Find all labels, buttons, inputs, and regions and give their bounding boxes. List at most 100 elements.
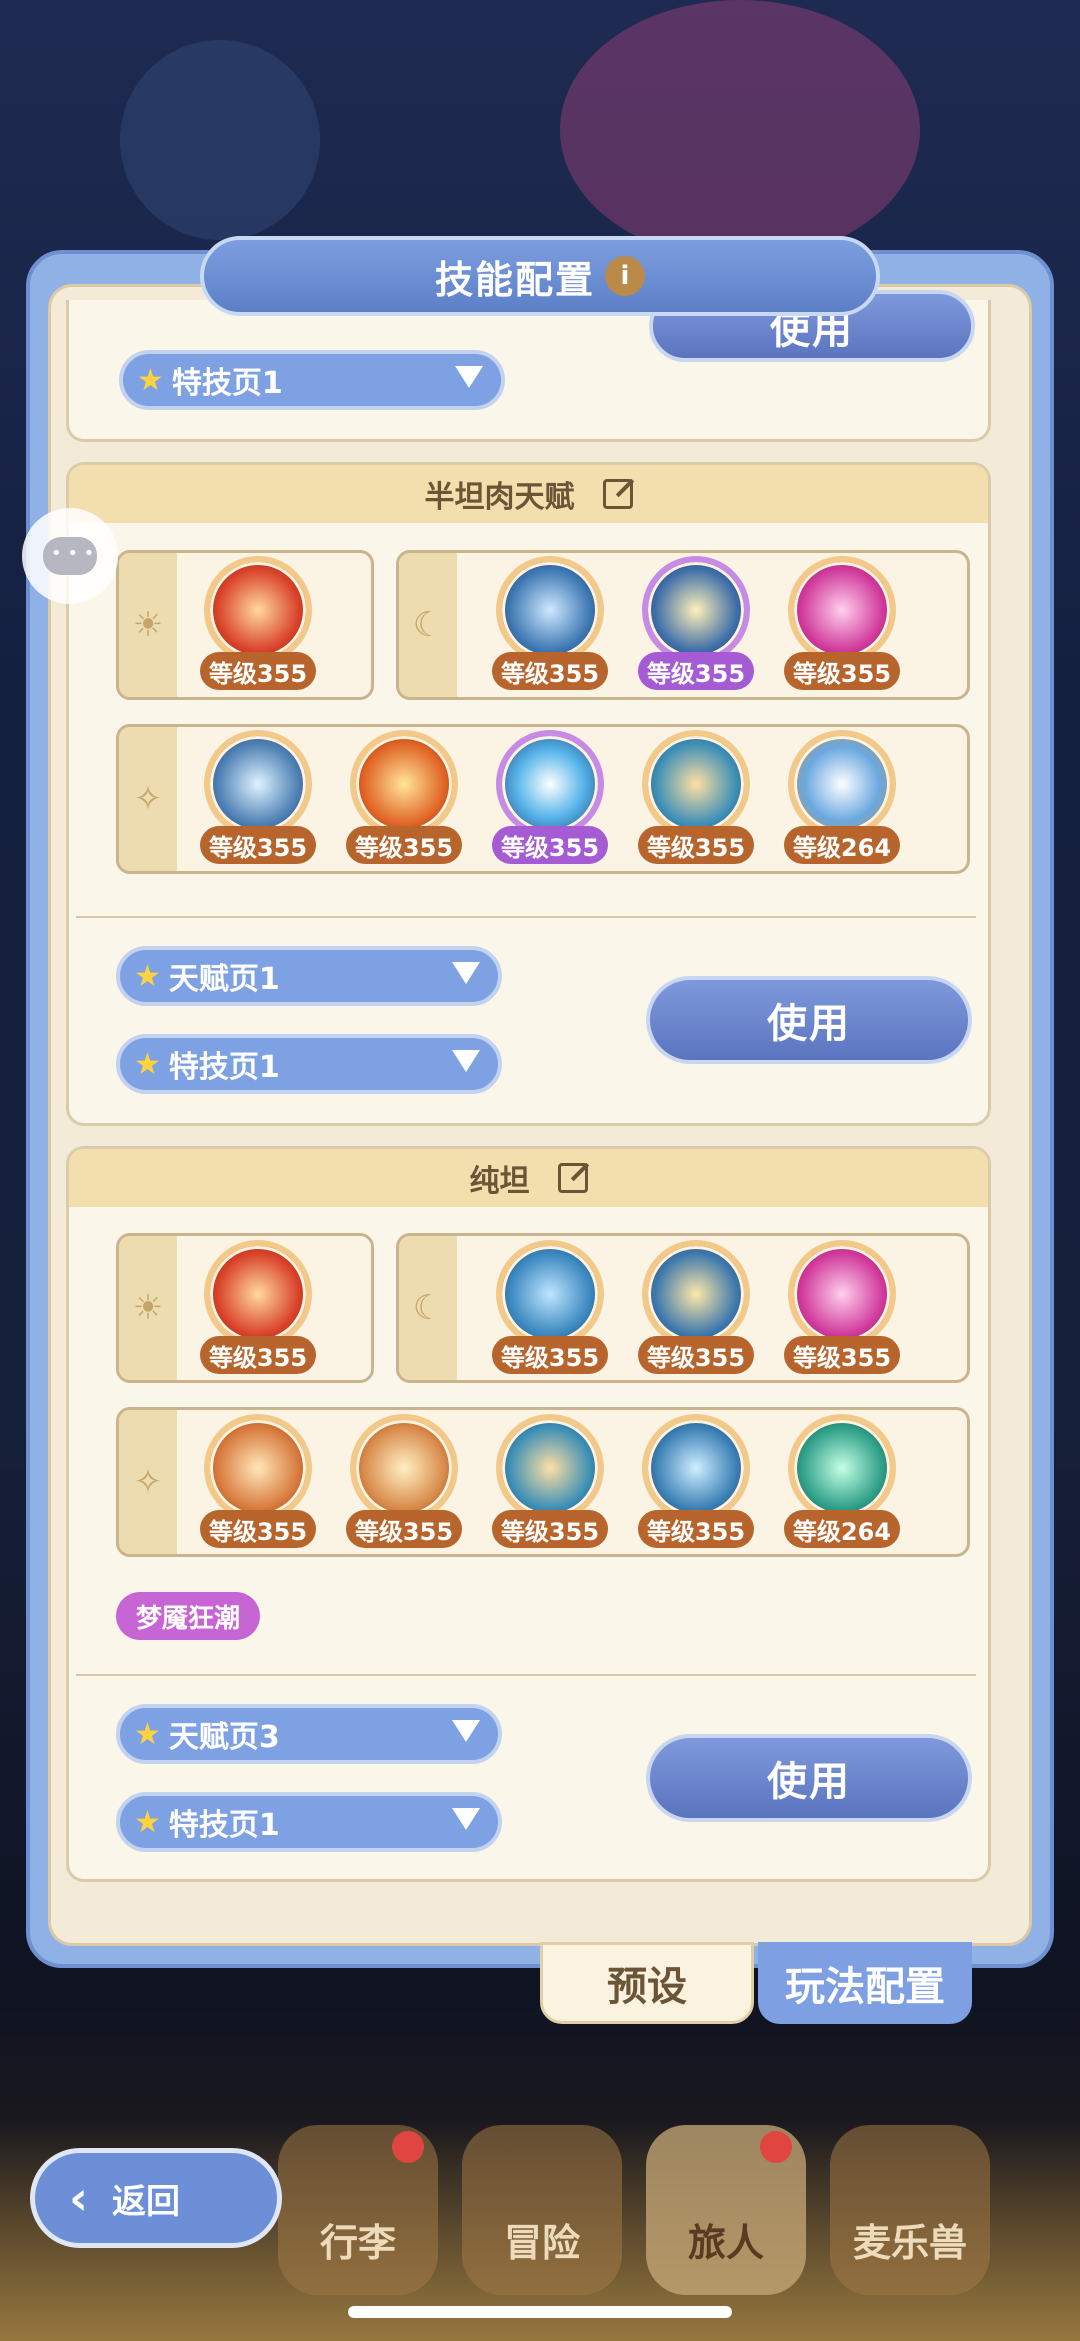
star-icon: ★	[134, 1716, 161, 1752]
skill-level: 等级355	[492, 826, 608, 864]
skill-icon	[642, 1414, 750, 1522]
skill-slot[interactable]: 等级355	[638, 1414, 754, 1554]
skill-slot[interactable]: 等级355	[200, 1414, 316, 1554]
background-glow	[560, 0, 920, 260]
nav-traveler[interactable]: 旅人	[646, 2125, 806, 2295]
use-button-label: 使用	[767, 1759, 851, 1805]
skill-level: 等级264	[784, 826, 900, 864]
skill-icon	[788, 1240, 896, 1348]
skill-level: 等级355	[200, 1336, 316, 1374]
dropdown-label: 特技页1	[171, 366, 283, 401]
skill-level: 等级355	[784, 1336, 900, 1374]
skill-slot[interactable]: 等级355	[492, 1414, 608, 1554]
tab-preset-label: 预设	[607, 1964, 687, 2010]
back-label: 返回	[111, 2181, 180, 2222]
dropdown-skill-page[interactable]: ★ 特技页1	[119, 350, 505, 410]
skill-level: 等级355	[784, 652, 900, 690]
skill-slot[interactable]: 等级355	[346, 730, 462, 870]
card-header: 半坦肉天赋	[69, 465, 988, 523]
dropdown-label: 特技页1	[168, 1808, 280, 1843]
skill-slot[interactable]: 等级355	[638, 730, 754, 870]
skill-slot[interactable]: 等级355	[638, 556, 754, 696]
skill-level: 等级355	[492, 652, 608, 690]
dropdown-label: 天赋页1	[168, 962, 280, 997]
skill-slot[interactable]: 等级355	[200, 1240, 316, 1380]
divider	[76, 916, 976, 918]
skill-level: 等级355	[638, 652, 754, 690]
tab-preset[interactable]: 预设	[540, 1942, 754, 2024]
nav-label: 旅人	[687, 2221, 764, 2265]
nav-pet[interactable]: 麦乐兽	[830, 2125, 990, 2295]
divider	[76, 1674, 976, 1676]
home-indicator[interactable]	[348, 2306, 732, 2318]
star-icon: ★	[134, 958, 161, 994]
skill-slot[interactable]: 等级355	[200, 556, 316, 696]
dropdown-talent-page[interactable]: ★ 天赋页3	[116, 1704, 502, 1764]
triangle-down-icon	[455, 366, 483, 388]
sun-icon: ☀	[119, 1236, 177, 1380]
skill-level: 等级355	[492, 1336, 608, 1374]
info-icon[interactable]: i	[605, 256, 645, 296]
triangle-down-icon	[452, 1808, 480, 1830]
skill-level: 等级355	[346, 826, 462, 864]
preset-name: 半坦肉天赋	[424, 480, 575, 515]
dropdown-label: 天赋页3	[168, 1720, 280, 1755]
dropdown-skill-page[interactable]: ★ 特技页1	[116, 1792, 502, 1852]
skill-icon	[642, 556, 750, 664]
skill-level: 等级355	[638, 1510, 754, 1548]
skill-level: 等级355	[638, 1336, 754, 1374]
skill-slot[interactable]: 等级264	[784, 730, 900, 870]
sparkle-icon: ✧	[119, 1410, 177, 1554]
skill-icon	[204, 730, 312, 838]
skill-level: 等级355	[200, 1510, 316, 1548]
skill-slot[interactable]: 等级355	[492, 730, 608, 870]
skill-icon	[496, 1240, 604, 1348]
edit-icon[interactable]	[602, 479, 633, 509]
notification-dot	[760, 2131, 792, 2163]
triangle-down-icon	[452, 1720, 480, 1742]
use-button[interactable]: 使用	[646, 976, 972, 1064]
triangle-down-icon	[452, 962, 480, 984]
panel-title: 技能配置	[434, 257, 595, 302]
back-button[interactable]: ‹ 返回	[30, 2148, 282, 2248]
use-button[interactable]: 使用	[646, 1734, 972, 1822]
skill-slot[interactable]: 等级355	[784, 556, 900, 696]
nav-adventure[interactable]: 冒险	[462, 2125, 622, 2295]
skill-icon	[496, 1414, 604, 1522]
nav-label: 行李	[319, 2221, 396, 2265]
skill-slot[interactable]: 等级355	[638, 1240, 754, 1380]
skill-slot[interactable]: 等级355	[492, 1240, 608, 1380]
skill-icon	[788, 730, 896, 838]
nav-label: 冒险	[503, 2221, 580, 2265]
chevron-left-icon: ‹	[69, 2171, 88, 2225]
skill-level: 等级264	[784, 1510, 900, 1548]
skill-level: 等级355	[200, 826, 316, 864]
skill-icon	[204, 556, 312, 664]
panel-title-bar: 技能配置 i	[200, 236, 880, 316]
skill-slot[interactable]: 等级355	[784, 1240, 900, 1380]
card-partial-top: ★ 特技页1 使用	[66, 290, 991, 442]
mode-tag-label: 梦魇狂潮	[136, 1603, 241, 1634]
skill-icon	[642, 730, 750, 838]
skill-level: 等级355	[346, 1510, 462, 1548]
use-button-label: 使用	[767, 1001, 851, 1047]
dropdown-skill-page[interactable]: ★ 特技页1	[116, 1034, 502, 1094]
nav-label: 麦乐兽	[852, 2221, 967, 2265]
skill-icon	[350, 730, 458, 838]
moon-icon: ☾	[399, 1236, 457, 1380]
star-icon: ★	[134, 1804, 161, 1840]
skill-slot[interactable]: 等级355	[346, 1414, 462, 1554]
skill-level: 等级355	[492, 1510, 608, 1548]
skill-icon	[496, 730, 604, 838]
skill-slot[interactable]: 等级264	[784, 1414, 900, 1554]
skill-level: 等级355	[200, 652, 316, 690]
skill-icon	[204, 1414, 312, 1522]
tab-play-config[interactable]: 玩法配置	[758, 1942, 972, 2024]
nav-luggage[interactable]: 行李	[278, 2125, 438, 2295]
edit-icon[interactable]	[557, 1163, 588, 1193]
skill-slot[interactable]: 等级355	[492, 556, 608, 696]
skill-icon	[788, 1414, 896, 1522]
dropdown-talent-page[interactable]: ★ 天赋页1	[116, 946, 502, 1006]
skill-slot[interactable]: 等级355	[200, 730, 316, 870]
chat-bubble-icon[interactable]	[22, 508, 118, 604]
